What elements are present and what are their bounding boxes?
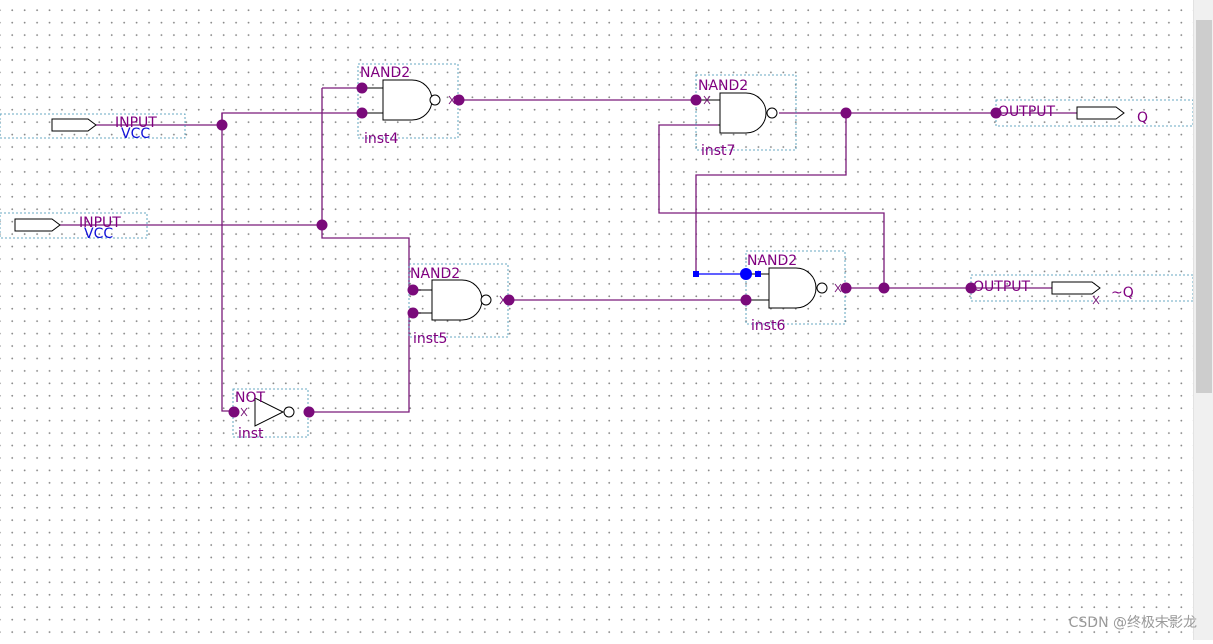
- nand-gate-inst5[interactable]: NAND2 inst5: [408, 263, 509, 347]
- gate-type-label: NAND2: [360, 65, 410, 81]
- output-signal-label: ~Q: [1111, 285, 1134, 301]
- schematic-svg[interactable]: .w{stroke:#7a1a7a;stroke-width:1.3;fill:…: [0, 0, 1194, 640]
- nand-gate-inst6[interactable]: NAND2 inst6: [745, 250, 846, 334]
- input-value-label: VCC: [84, 226, 113, 242]
- input-pin-2[interactable]: INPUT VCC: [0, 212, 148, 242]
- output-pin-not-q[interactable]: OUTPUT ~Q: [970, 274, 1194, 302]
- watermark: CSDN @终极末影龙: [1068, 615, 1197, 631]
- scrollbar-thumb[interactable]: [1196, 20, 1212, 393]
- output-type-label: OUTPUT: [998, 104, 1056, 120]
- output-signal-label: Q: [1137, 110, 1148, 126]
- wires: [60, 87, 1077, 413]
- input-value-label: VCC: [121, 126, 150, 142]
- nand-gate-inst4[interactable]: NAND2 inst4: [357, 63, 459, 147]
- output-pin-q[interactable]: OUTPUT Q: [995, 99, 1194, 127]
- gate-instance-label: inst4: [364, 131, 399, 147]
- output-type-label: OUTPUT: [973, 279, 1031, 295]
- input-pin-1[interactable]: INPUT VCC: [0, 113, 186, 142]
- gate-type-label: NOT: [235, 390, 265, 406]
- gate-instance-label: inst7: [701, 143, 735, 159]
- vertical-scrollbar[interactable]: [1193, 0, 1213, 640]
- not-gate-inst[interactable]: NOT inst: [232, 388, 309, 442]
- gate-type-label: NAND2: [410, 266, 460, 282]
- schematic-canvas[interactable]: .w{stroke:#7a1a7a;stroke-width:1.3;fill:…: [0, 0, 1194, 640]
- nand-gate-inst7[interactable]: NAND2 inst7: [695, 74, 797, 159]
- gate-type-label: NAND2: [698, 78, 748, 94]
- gate-instance-label: inst6: [751, 318, 786, 334]
- gate-instance-label: inst5: [413, 331, 447, 347]
- gate-type-label: NAND2: [747, 253, 797, 269]
- gate-instance-label: inst: [238, 426, 264, 442]
